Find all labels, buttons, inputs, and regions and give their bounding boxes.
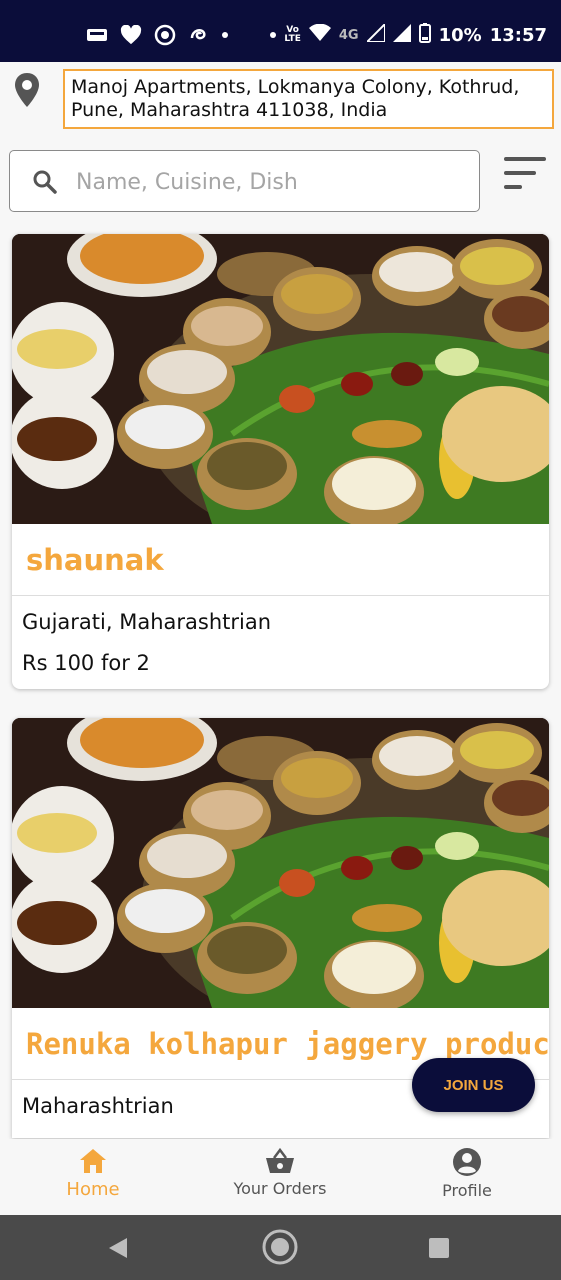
restaurant-name: shaunak (12, 524, 549, 596)
nav-home[interactable]: Home (23, 1147, 163, 1211)
restaurant-card[interactable]: shaunak Gujarati, Maharashtrian Rs 100 f… (12, 234, 549, 689)
restaurant-thali-image (12, 234, 549, 524)
swirl-icon (188, 24, 210, 46)
nav-home-label: Home (66, 1179, 120, 1200)
indicator-dot (270, 32, 277, 38)
restaurant-price: Rs 100 for 2 (22, 651, 150, 675)
account-circle-icon (453, 1148, 481, 1176)
nav-your-orders[interactable]: Your Orders (210, 1147, 350, 1211)
search-icon (33, 170, 57, 194)
notification-icons (86, 20, 228, 50)
join-us-button[interactable]: JOIN US (412, 1058, 535, 1112)
wifi-icon (308, 23, 331, 47)
heart-icon (120, 24, 142, 46)
sort-filter-icon[interactable] (498, 153, 552, 193)
home-button-icon[interactable] (261, 1228, 299, 1266)
signal-icon (364, 21, 386, 47)
back-icon[interactable] (107, 1236, 129, 1260)
nav-profile-label: Profile (442, 1181, 492, 1200)
restaurant-thali-image (12, 718, 549, 1008)
nav-orders-label: Your Orders (233, 1179, 327, 1198)
notification-app-icon (86, 24, 108, 46)
system-navigation-bar (0, 1215, 561, 1280)
system-indicators: Vo LTE 4G 10% 13:57 (270, 20, 547, 50)
volte-indicator: Vo LTE (284, 25, 301, 44)
battery-icon (418, 22, 431, 48)
restaurant-cuisine: Gujarati, Maharashtrian (22, 610, 272, 634)
basket-icon (266, 1147, 294, 1173)
target-icon (154, 24, 176, 46)
network-type: 4G (338, 27, 359, 43)
status-bar: Vo LTE 4G 10% 13:57 (0, 0, 561, 62)
search-bar[interactable] (9, 150, 480, 212)
home-icon (80, 1149, 106, 1173)
battery-percent: 10% (438, 24, 482, 46)
more-notifications-dot (222, 32, 228, 38)
recents-icon[interactable] (428, 1237, 450, 1259)
bottom-navigation: Home Your Orders Profile (0, 1139, 561, 1215)
search-input[interactable] (76, 163, 466, 201)
signal-icon-2 (392, 23, 411, 47)
clock: 13:57 (489, 24, 547, 46)
map-pin-icon[interactable] (12, 72, 42, 108)
nav-profile[interactable]: Profile (397, 1147, 537, 1211)
delivery-address[interactable]: Manoj Apartments, Lokmanya Colony, Kothr… (63, 69, 554, 129)
